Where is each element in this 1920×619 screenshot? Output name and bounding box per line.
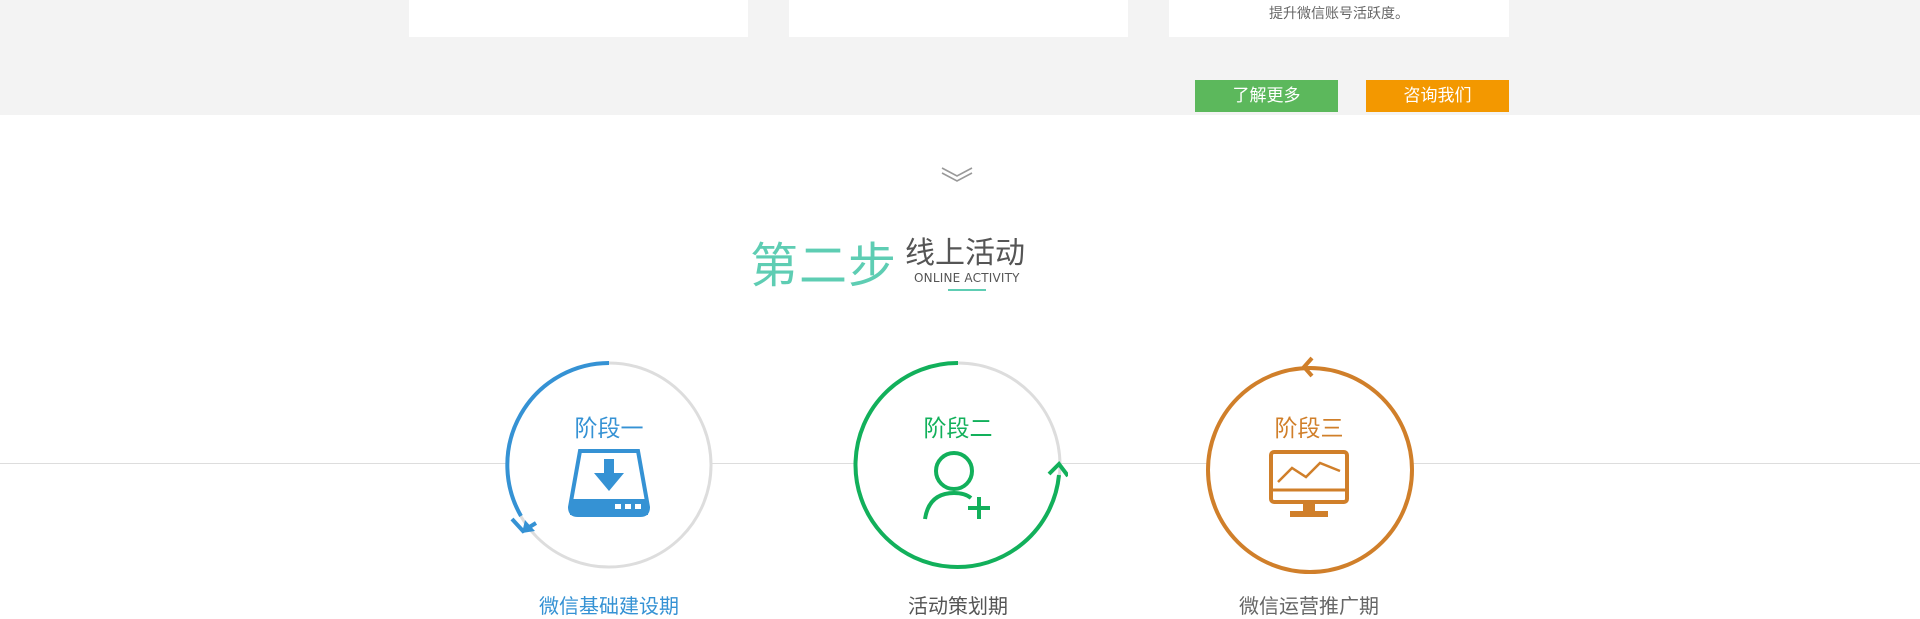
stage-2-caption: 活动策划期 [908, 594, 1008, 618]
stage-1[interactable]: 阶段一 [499, 355, 719, 575]
learn-more-button[interactable]: 了解更多 [1195, 80, 1338, 112]
section-subtitle: ONLINE ACTIVITY [914, 271, 1020, 285]
section-title: 线上活动 [905, 236, 1025, 271]
title-underline [948, 289, 986, 291]
stage-3-label: 阶段三 [1274, 416, 1344, 442]
stage-3[interactable]: 阶段三 [1199, 355, 1419, 575]
service-card-1 [409, 0, 748, 37]
step-number: 第二步 [750, 238, 898, 294]
service-card-3: 提升微信账号活跃度。 [1169, 0, 1509, 37]
stage-3-caption: 微信运营推广期 [1239, 594, 1379, 618]
stage-1-label: 阶段一 [574, 416, 644, 442]
stage-2-label: 阶段二 [923, 416, 993, 442]
service-card-3-text: 提升微信账号活跃度。 [1269, 6, 1409, 22]
chevron-down-icon[interactable] [940, 165, 974, 183]
add-user-icon [923, 451, 990, 520]
monitor-chart-icon [1269, 450, 1349, 517]
stage-2[interactable]: 阶段二 [848, 355, 1068, 575]
download-drive-icon [568, 449, 650, 517]
stage-1-caption: 微信基础建设期 [539, 594, 679, 618]
contact-us-button[interactable]: 咨询我们 [1366, 80, 1509, 112]
service-card-2 [789, 0, 1128, 37]
